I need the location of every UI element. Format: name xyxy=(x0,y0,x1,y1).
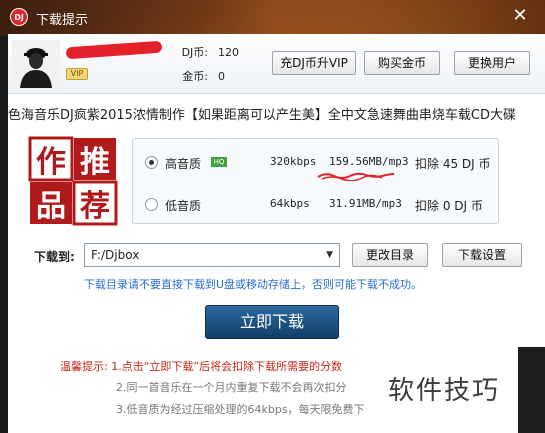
download-warning: 下载目录请不要直接下载到U盘或移动存储上，否则可能下载不成功。 xyxy=(84,278,423,291)
vip-badge: VIP xyxy=(66,68,88,80)
download-to-label: 下载到: xyxy=(34,250,75,264)
hq-badge: HQ xyxy=(211,157,227,167)
gold-row: 金币: 0 xyxy=(172,68,225,84)
promo-char-1: 作 xyxy=(36,145,66,180)
download-settings-button[interactable]: 下载设置 xyxy=(442,243,522,267)
quality-low-cost: 扣除 0 DJ 币 xyxy=(415,199,483,213)
promo-char-4: 荐 xyxy=(80,189,110,224)
quality-high-size: 159.56MB/mp3 xyxy=(329,155,409,168)
tip-line-1: 1.点击“立即下载”后将会扣除下载所需要的分数 xyxy=(111,360,343,373)
tip-line-3: 3.低音质为经过压缩处理的64kbps，每天限免费下 xyxy=(116,403,365,416)
title-bar[interactable]: DJ 下载提示 ✕ xyxy=(0,0,545,34)
download-dialog: DJ 下载提示 ✕ VIP DJ币: 120 金币: 0 充DJ币升VIP 购买… xyxy=(0,0,545,433)
avatar xyxy=(12,40,60,88)
quality-low-row[interactable]: 低音质 64kbps 31.91MB/mp3 扣除 0 DJ 币 xyxy=(133,195,500,215)
dark-corner xyxy=(518,347,545,433)
song-title: 色海音乐DJ疯紫2015浓情制作【如果距离可以产生美】全中文急速舞曲串烧车载CD… xyxy=(8,108,517,123)
tip-heading: 温馨提示: xyxy=(60,360,108,373)
quality-low-bitrate: 64kbps xyxy=(270,197,310,210)
quality-options: 高音质 HQ 320kbps 159.56MB/mp3 扣除 45 DJ 币 低… xyxy=(132,138,499,224)
chevron-down-icon[interactable]: ▼ xyxy=(326,244,333,266)
quality-high-radio[interactable] xyxy=(145,156,158,169)
download-now-button[interactable]: 立即下载 xyxy=(205,305,339,339)
watermark-text: 软件技巧 xyxy=(388,376,501,406)
quality-high-row[interactable]: 高音质 HQ 320kbps 159.56MB/mp3 扣除 45 DJ 币 xyxy=(133,153,500,173)
buy-gold-button[interactable]: 购买金币 xyxy=(364,51,440,75)
quality-high-cost: 扣除 45 DJ 币 xyxy=(415,157,491,171)
red-scribble-mark xyxy=(317,172,395,181)
redacted-username xyxy=(65,40,163,60)
dj-coin-value: 120 xyxy=(218,46,239,59)
promo-char-3: 品 xyxy=(36,189,66,224)
dj-coin-row: DJ币: 120 xyxy=(172,44,239,60)
change-directory-button[interactable]: 更改目录 xyxy=(352,243,428,267)
switch-user-button[interactable]: 更换用户 xyxy=(454,51,530,75)
gold-value: 0 xyxy=(218,70,225,83)
quality-low-radio[interactable] xyxy=(145,198,158,211)
recharge-vip-button[interactable]: 充DJ币升VIP xyxy=(272,51,356,75)
quality-low-size: 31.91MB/mp3 xyxy=(329,197,402,210)
user-panel: VIP DJ币: 120 金币: 0 充DJ币升VIP 购买金币 更换用户 xyxy=(8,34,545,94)
tip-heading-row: 温馨提示: 1.点击“立即下载”后将会扣除下载所需要的分数 xyxy=(60,358,342,374)
close-button[interactable]: ✕ xyxy=(509,5,531,27)
dj-coin-label: DJ币: xyxy=(181,46,208,59)
tip-line-2: 2.同一首音乐在一个月内重复下载不会再次扣分 xyxy=(116,381,347,394)
user-silhouette-icon xyxy=(12,40,60,88)
quality-low-label: 低音质 xyxy=(165,199,202,213)
download-path-select[interactable]: F:/Djbox ▼ xyxy=(84,243,340,267)
recommended-work-logo: 作 推 品 荐 xyxy=(28,136,118,226)
promo-char-2: 推 xyxy=(80,145,110,180)
quality-high-bitrate: 320kbps xyxy=(270,155,317,168)
gold-label: 金币: xyxy=(182,70,208,83)
quality-high-label: 高音质 xyxy=(165,157,202,171)
app-logo-icon: DJ xyxy=(10,8,28,26)
window-title: 下载提示 xyxy=(36,13,89,28)
download-path-value: F:/Djbox xyxy=(91,248,140,262)
